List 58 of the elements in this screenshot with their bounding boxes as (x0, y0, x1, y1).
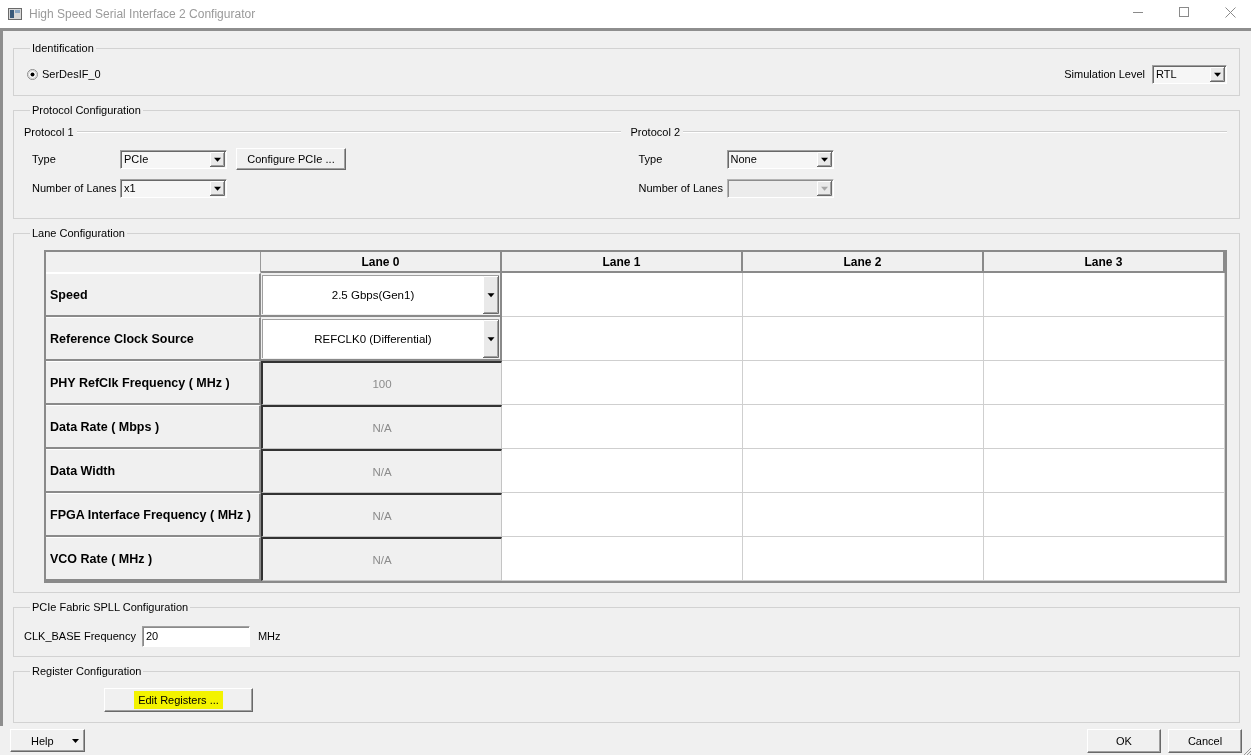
group-title: Protocol Configuration (31, 103, 142, 117)
caret-icon (1210, 66, 1225, 82)
group-title: Lane Configuration (31, 226, 126, 240)
group-title: PCIe Fabric SPLL Configuration (31, 600, 190, 614)
row-header: Data Width (46, 449, 261, 493)
minimize-icon[interactable] (1133, 11, 1143, 13)
edit-registers-button[interactable]: Edit Registers ... (104, 688, 253, 712)
caret-icon (72, 738, 79, 743)
cancel-button[interactable]: Cancel (1168, 729, 1242, 753)
help-button[interactable]: Help (10, 729, 85, 752)
cell-dropdown[interactable]: 2.5 Gbps(Gen1) (262, 275, 499, 314)
field-label: Type (638, 153, 664, 165)
column-header: Lane 3 (984, 252, 1225, 273)
row-header: Speed (46, 273, 261, 317)
app-icon (8, 8, 22, 20)
column-header: Lane 0 (261, 252, 502, 273)
caret-icon (210, 151, 225, 167)
caret-icon (816, 151, 832, 167)
group-title: Identification (31, 41, 95, 55)
lanes-dropdown[interactable]: x1 (120, 178, 227, 198)
caret-icon (483, 276, 499, 314)
table-cell: 100 (261, 361, 502, 405)
caret-icon (483, 320, 499, 358)
resize-grip-icon[interactable] (1243, 747, 1251, 755)
group-title: Register Configuration (31, 664, 143, 678)
column-header: Lane 1 (502, 252, 743, 273)
section-title: Protocol 1 (24, 126, 74, 138)
window-title: High Speed Serial Interface 2 Configurator (29, 7, 256, 21)
table-cell: N/A (261, 449, 502, 493)
field-label: CLK_BASE Frequency (24, 630, 136, 642)
row-header: Reference Clock Source (46, 317, 261, 361)
frequency-input[interactable]: 20 (141, 625, 250, 647)
row-header: Data Rate ( Mbps ) (46, 405, 261, 449)
simulation-level-dropdown[interactable]: RTL (1152, 64, 1227, 84)
close-icon[interactable] (1225, 6, 1236, 18)
maximize-icon[interactable] (1179, 7, 1189, 17)
row-header: PHY RefClk Frequency ( MHz ) (46, 361, 261, 405)
field-label: Simulation Level (1064, 68, 1145, 80)
table-cell: N/A (261, 537, 502, 581)
field-label: Number of Lanes (32, 182, 118, 194)
section-title: Protocol 2 (630, 126, 681, 138)
row-header: VCO Rate ( MHz ) (46, 537, 261, 581)
table-cell: N/A (261, 405, 502, 449)
row-header: FPGA Interface Frequency ( MHz ) (46, 493, 261, 537)
radio-button[interactable] (27, 68, 38, 80)
caret-icon (816, 180, 832, 196)
radio-label: SerDesIF_0 (42, 68, 101, 80)
unit-label: MHz (257, 630, 281, 642)
column-header: Lane 2 (743, 252, 984, 273)
configure-button[interactable]: Configure PCIe ... (236, 148, 346, 170)
field-label: Type (32, 153, 57, 165)
ok-button[interactable]: OK (1087, 729, 1161, 753)
field-label: Number of Lanes (638, 182, 724, 194)
caret-icon (210, 180, 225, 196)
type-dropdown[interactable]: PCIe (120, 149, 227, 169)
type-dropdown[interactable]: None (726, 149, 834, 169)
table-cell: N/A (261, 493, 502, 537)
cell-dropdown[interactable]: REFCLK0 (Differential) (262, 319, 499, 358)
